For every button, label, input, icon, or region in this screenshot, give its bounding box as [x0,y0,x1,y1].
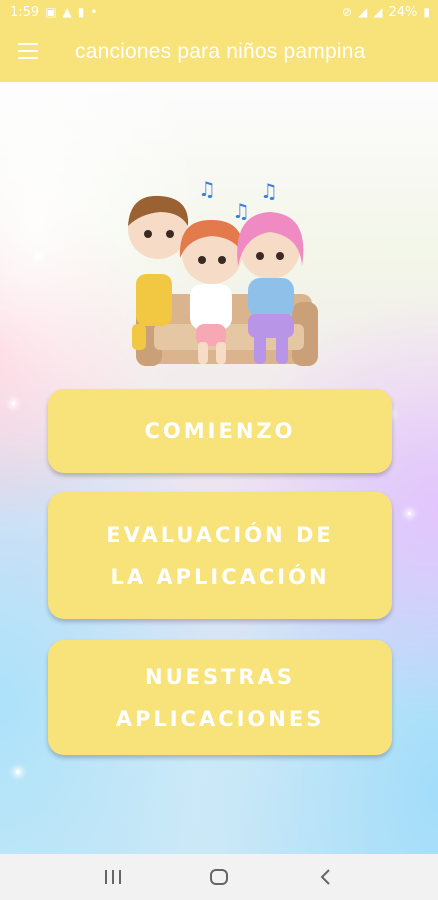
sparkle [408,512,411,515]
message-icon: ▮ [77,5,85,19]
image-notification-icon: ▣ [45,5,57,19]
our-apps-button[interactable]: NUESTRAS APLICACIONES [48,640,392,755]
sparkle [16,770,20,774]
sparkle [12,402,15,405]
navigation-bar [0,854,438,900]
rate-app-button-label: EVALUACIÓN DE LA APLICACIÓN [106,522,334,589]
status-right: ⊘ ◢ ◢ 24% ▮ [342,5,430,20]
sparkle [36,254,40,258]
dot-icon: • [90,5,98,19]
recents-icon[interactable] [93,862,133,892]
hamburger-menu-icon[interactable] [18,43,38,59]
status-left: 1:59 ▣ ▲ ▮ • [10,5,97,20]
app-title: canciones para niños pampina [75,40,366,63]
main-content: ♫ ♫ ♫ COMIENZO EVALUACIÓN DE LA APLICACI… [0,82,438,854]
battery-icon: ▮ [423,5,430,19]
status-bar: 1:59 ▣ ▲ ▮ • ⊘ ◢ ◢ 24% ▮ [0,0,438,24]
status-time: 1:59 [10,4,40,20]
warning-icon: ▲ [62,5,72,19]
battery-percent: 24% [388,4,418,20]
signal-icon-2: ◢ [373,5,383,19]
svg-text:♫: ♫ [232,199,250,223]
svg-text:♫: ♫ [260,179,278,203]
start-button[interactable]: COMIENZO [48,389,392,473]
app-bar: canciones para niños pampina [0,24,438,82]
children-on-sofa-illustration: ♫ ♫ ♫ [128,177,318,366]
back-icon[interactable] [305,862,345,892]
svg-text:♫: ♫ [198,177,216,201]
our-apps-button-label: NUESTRAS APLICACIONES [115,664,325,731]
start-button-label: COMIENZO [144,419,296,443]
home-icon[interactable] [199,862,239,892]
mute-icon: ⊘ [341,5,353,19]
signal-icon: ◢ [358,5,368,19]
rate-app-button[interactable]: EVALUACIÓN DE LA APLICACIÓN [48,492,392,619]
